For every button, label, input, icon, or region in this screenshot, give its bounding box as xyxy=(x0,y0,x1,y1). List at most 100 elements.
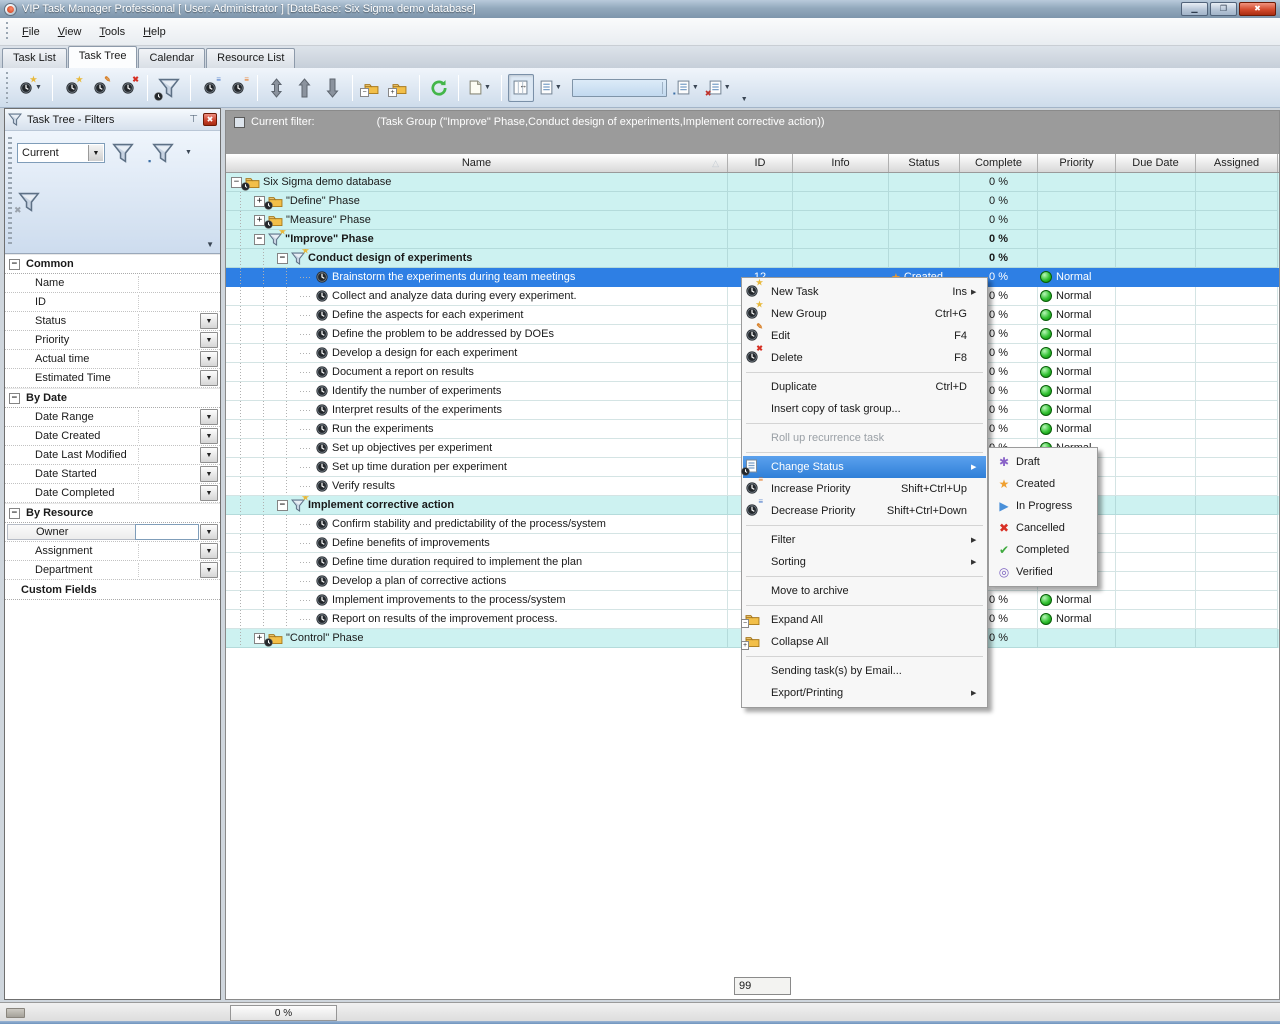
menu-file[interactable]: File xyxy=(13,22,49,42)
filter-row-department[interactable]: Department▼ xyxy=(5,561,220,580)
delete-task-button[interactable]: ✖ xyxy=(115,74,141,102)
context-menu-item-roll-up-recurrence-task[interactable]: Roll up recurrence task xyxy=(743,427,986,449)
chevron-down-icon[interactable]: ▼ xyxy=(200,562,218,578)
filter-row-date-completed[interactable]: Date Completed▼ xyxy=(5,484,220,503)
filter-row-owner[interactable]: Owner▼ xyxy=(5,523,220,542)
chevron-down-icon[interactable]: ▼ xyxy=(200,370,218,386)
table-row[interactable]: −Six Sigma demo database0 % xyxy=(226,173,1279,192)
chevron-down-icon[interactable]: ▼ xyxy=(200,543,218,559)
chevron-down-icon[interactable]: ▼ xyxy=(200,332,218,348)
filter-row-estimated-time[interactable]: Estimated Time▼ xyxy=(5,369,220,388)
chevron-down-icon[interactable]: ▼ xyxy=(200,524,218,540)
chevron-down-icon[interactable]: ▼ xyxy=(200,466,218,482)
column-header-priority[interactable]: Priority xyxy=(1038,154,1116,172)
context-menu-item-sending-task-s-by-email[interactable]: Sending task(s) by Email... xyxy=(743,660,986,682)
context-menu-item-delete[interactable]: ✖DeleteF8 xyxy=(743,347,986,369)
context-menu-item-edit[interactable]: ✎EditF4 xyxy=(743,325,986,347)
expand-all-button[interactable]: + xyxy=(387,74,413,102)
context-menu-item-new-group[interactable]: ★New GroupCtrl+G xyxy=(743,303,986,325)
chevron-down-icon[interactable]: ▼ xyxy=(200,351,218,367)
chevron-down-icon[interactable]: ▼ xyxy=(185,149,192,156)
table-row[interactable]: −★"Improve" Phase0 % xyxy=(226,230,1279,249)
filter-row-actual-time[interactable]: Actual time▼ xyxy=(5,350,220,369)
menu-view[interactable]: View xyxy=(49,22,91,42)
collapse-icon[interactable]: − xyxy=(277,500,288,511)
column-header-assigned[interactable]: Assigned xyxy=(1196,154,1278,172)
filter-row-id[interactable]: ID xyxy=(5,293,220,312)
column-header-id[interactable]: ID xyxy=(728,154,793,172)
fit-columns-toggle[interactable]: ↔ xyxy=(508,74,534,102)
chevron-down-icon[interactable]: ▼ xyxy=(206,240,214,249)
layout-combo[interactable] xyxy=(572,79,667,97)
collapse-icon[interactable]: − xyxy=(9,508,20,519)
filter-row-date-created[interactable]: Date Created▼ xyxy=(5,427,220,446)
delete-layout-button[interactable]: ✖▼ xyxy=(705,74,735,102)
status-submenu-item-cancelled[interactable]: ✖Cancelled xyxy=(990,517,1096,539)
collapse-icon[interactable]: − xyxy=(277,253,288,264)
export-button[interactable]: ▼ xyxy=(465,74,495,102)
context-menu-item-increase-priority[interactable]: ≡Increase PriorityShift+Ctrl+Up xyxy=(743,478,986,500)
chevron-down-icon[interactable]: ▼ xyxy=(200,428,218,444)
save-layout-button[interactable]: ▪▼ xyxy=(673,74,703,102)
close-button[interactable]: ✖ xyxy=(1239,2,1276,16)
apply-filter-button[interactable] xyxy=(107,137,139,169)
menu-tools[interactable]: Tools xyxy=(90,22,134,42)
filter-row-date-range[interactable]: Date Range▼ xyxy=(5,408,220,427)
edit-task-button[interactable]: ✎ xyxy=(87,74,113,102)
status-submenu-item-draft[interactable]: ✱Draft xyxy=(990,451,1096,473)
menu-help[interactable]: Help xyxy=(134,22,175,42)
chevron-down-icon[interactable]: ▼ xyxy=(724,84,731,91)
collapse-icon[interactable]: − xyxy=(9,259,20,270)
table-row[interactable]: −★Conduct design of experiments0 % xyxy=(226,249,1279,268)
column-header-name[interactable]: Name△ xyxy=(226,154,728,172)
chevron-down-icon[interactable]: ▼ xyxy=(200,313,218,329)
filter-checkbox[interactable] xyxy=(234,117,245,128)
maximize-button[interactable]: ❐ xyxy=(1210,2,1237,16)
chevron-down-icon[interactable]: ▼ xyxy=(200,447,218,463)
filter-button[interactable] xyxy=(154,74,184,102)
filter-preset-combo[interactable]: Current ▼ xyxy=(17,143,105,163)
move-task-button[interactable] xyxy=(264,74,290,102)
column-header-due-date[interactable]: Due Date xyxy=(1116,154,1196,172)
save-filter-button[interactable]: ▪ xyxy=(147,137,179,169)
collapse-all-button[interactable]: − xyxy=(359,74,385,102)
column-header-status[interactable]: Status xyxy=(889,154,960,172)
filter-row-name[interactable]: Name xyxy=(5,274,220,293)
context-menu-item-export-printing[interactable]: Export/Printing▶ xyxy=(743,682,986,704)
tab-task-tree[interactable]: Task Tree xyxy=(68,46,138,68)
context-menu-item-insert-copy-of-task-group[interactable]: Insert copy of task group... xyxy=(743,398,986,420)
filter-row-status[interactable]: Status▼ xyxy=(5,312,220,331)
status-submenu-item-created[interactable]: ★Created xyxy=(990,473,1096,495)
status-submenu-item-in-progress[interactable]: ▶In Progress xyxy=(990,495,1096,517)
chevron-down-icon[interactable]: ▼ xyxy=(200,409,218,425)
clear-filter-button[interactable]: ✖ xyxy=(13,186,45,218)
filter-section-custom-fields[interactable]: Custom Fields xyxy=(5,580,220,600)
context-menu-item-change-status[interactable]: Change Status▶ xyxy=(743,456,986,478)
new-task-button[interactable]: ★▼ xyxy=(15,74,46,102)
filter-row-date-started[interactable]: Date Started▼ xyxy=(5,465,220,484)
decrease-priority-button[interactable]: ≡ xyxy=(197,74,223,102)
table-row[interactable]: +"Measure" Phase0 % xyxy=(226,211,1279,230)
context-menu-item-filter[interactable]: Filter▶ xyxy=(743,529,986,551)
new-group-button[interactable]: ★ xyxy=(59,74,85,102)
context-menu-item-move-to-archive[interactable]: Move to archive xyxy=(743,580,986,602)
chevron-down-icon[interactable]: ▼ xyxy=(88,145,103,161)
chevron-down-icon[interactable]: ▼ xyxy=(200,485,218,501)
filter-section-by-resource[interactable]: −By Resource xyxy=(5,503,220,523)
context-menu-item-duplicate[interactable]: DuplicateCtrl+D xyxy=(743,376,986,398)
toolbar-overflow-icon[interactable]: ▼ xyxy=(741,96,748,103)
close-panel-button[interactable]: ✖ xyxy=(203,113,217,126)
chevron-down-icon[interactable]: ▼ xyxy=(692,84,699,91)
context-menu-item-sorting[interactable]: Sorting▶ xyxy=(743,551,986,573)
table-row[interactable]: +"Define" Phase0 % xyxy=(226,192,1279,211)
collapse-icon[interactable]: − xyxy=(9,393,20,404)
column-header-info[interactable]: Info xyxy=(793,154,889,172)
move-down-button[interactable] xyxy=(320,74,346,102)
increase-priority-button[interactable]: ≡ xyxy=(225,74,251,102)
chevron-down-icon[interactable]: ▼ xyxy=(555,84,562,91)
pin-icon[interactable]: ⊤ xyxy=(189,114,198,125)
tab-calendar[interactable]: Calendar xyxy=(138,48,205,68)
refresh-button[interactable] xyxy=(426,74,452,102)
filter-row-priority[interactable]: Priority▼ xyxy=(5,331,220,350)
status-submenu-item-verified[interactable]: ◎Verified xyxy=(990,561,1096,583)
